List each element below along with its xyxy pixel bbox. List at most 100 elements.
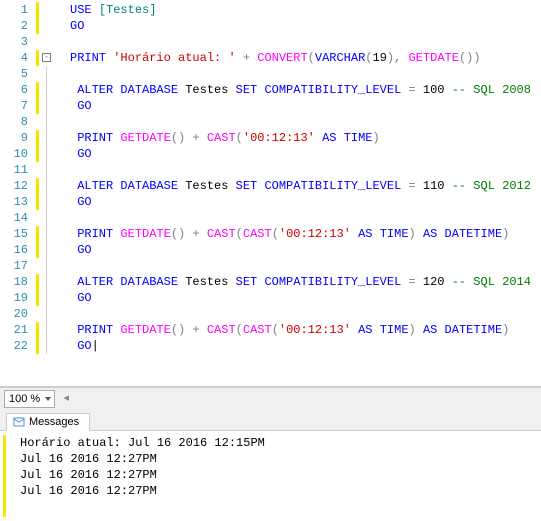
code-line[interactable]: ALTER DATABASE Testes SET COMPATIBILITY_… (36, 274, 541, 290)
fold-guide (40, 130, 54, 146)
line-number: 12 (4, 178, 28, 194)
line-number: 9 (4, 130, 28, 146)
code-line[interactable]: ALTER DATABASE Testes SET COMPATIBILITY_… (36, 178, 541, 194)
code-text (54, 67, 70, 81)
code-text: GO (54, 291, 92, 305)
fold-guide (40, 178, 54, 194)
fold-guide (40, 66, 54, 82)
code-text: GO (54, 99, 92, 113)
fold-guide (40, 258, 54, 274)
code-line[interactable]: GO (36, 146, 541, 162)
scroll-left-icon[interactable]: ◂ (59, 392, 73, 406)
code-line[interactable]: GO| (36, 338, 541, 354)
code-text: GO (54, 147, 92, 161)
fold-guide (40, 338, 54, 354)
code-text (54, 307, 70, 321)
code-text: PRINT GETDATE() + CAST(CAST('00:12:13' A… (54, 323, 509, 337)
code-line[interactable] (36, 114, 541, 130)
code-line[interactable]: PRINT GETDATE() + CAST(CAST('00:12:13' A… (36, 322, 541, 338)
code-text: PRINT GETDATE() + CAST('00:12:13' AS TIM… (54, 131, 380, 145)
line-number: 3 (4, 34, 28, 50)
code-line[interactable]: GO (36, 194, 541, 210)
code-line[interactable] (36, 258, 541, 274)
line-number: 10 (4, 146, 28, 162)
fold-toggle-icon[interactable]: - (40, 50, 54, 66)
code-line[interactable] (36, 34, 541, 50)
message-line: Jul 16 2016 12:27PM (6, 451, 535, 467)
code-text: GO (54, 19, 84, 33)
line-number: 1 (4, 2, 28, 18)
fold-guide (40, 146, 54, 162)
line-number: 11 (4, 162, 28, 178)
code-editor[interactable]: 12345678910111213141516171819202122 USE … (0, 0, 541, 387)
code-line[interactable]: GO (36, 242, 541, 258)
line-number: 2 (4, 18, 28, 34)
code-line[interactable] (36, 210, 541, 226)
zoom-dropdown[interactable]: 100 % (4, 390, 55, 408)
zoom-toolbar: 100 % ◂ (0, 387, 541, 409)
code-line[interactable]: -PRINT 'Horário atual: ' + CONVERT(VARCH… (36, 50, 541, 66)
line-number-gutter: 12345678910111213141516171819202122 (0, 0, 36, 386)
code-text (54, 163, 70, 177)
fold-guide (40, 274, 54, 290)
code-text: ALTER DATABASE Testes SET COMPATIBILITY_… (54, 179, 531, 193)
code-line[interactable]: PRINT GETDATE() + CAST(CAST('00:12:13' A… (36, 226, 541, 242)
line-number: 18 (4, 274, 28, 290)
fold-guide (40, 114, 54, 130)
code-text: ALTER DATABASE Testes SET COMPATIBILITY_… (54, 275, 531, 289)
code-text: GO| (54, 339, 99, 353)
fold-guide (40, 210, 54, 226)
code-text: GO (54, 195, 92, 209)
code-text (54, 211, 70, 225)
code-line[interactable] (36, 306, 541, 322)
line-number: 5 (4, 66, 28, 82)
line-number: 6 (4, 82, 28, 98)
code-text (54, 35, 70, 49)
line-number: 8 (4, 114, 28, 130)
line-number: 21 (4, 322, 28, 338)
fold-guide (40, 82, 54, 98)
code-text: USE [Testes] (54, 3, 156, 17)
line-number: 13 (4, 194, 28, 210)
code-line[interactable]: GO (36, 290, 541, 306)
code-text: ALTER DATABASE Testes SET COMPATIBILITY_… (54, 83, 531, 97)
code-content[interactable]: USE [Testes] GO -PRINT 'Horário atual: ' +… (36, 0, 541, 386)
code-line[interactable]: USE [Testes] (36, 2, 541, 18)
line-number: 16 (4, 242, 28, 258)
code-text: PRINT 'Horário atual: ' + CONVERT(VARCHA… (54, 51, 481, 65)
fold-guide (40, 290, 54, 306)
code-line[interactable]: GO (36, 98, 541, 114)
line-number: 17 (4, 258, 28, 274)
code-text: PRINT GETDATE() + CAST(CAST('00:12:13' A… (54, 227, 509, 241)
fold-guide (40, 322, 54, 338)
messages-icon (13, 416, 25, 428)
fold-guide (40, 162, 54, 178)
line-number: 4 (4, 50, 28, 66)
fold-guide (40, 242, 54, 258)
results-tabs: Messages (0, 409, 541, 431)
code-line[interactable] (36, 162, 541, 178)
fold-guide (40, 194, 54, 210)
line-number: 19 (4, 290, 28, 306)
code-line[interactable]: GO (36, 18, 541, 34)
code-text (54, 115, 70, 129)
message-line: Jul 16 2016 12:27PM (6, 483, 535, 499)
message-line: Jul 16 2016 12:27PM (6, 467, 535, 483)
line-number: 22 (4, 338, 28, 354)
tab-messages-label: Messages (29, 416, 79, 428)
tab-messages[interactable]: Messages (6, 413, 90, 431)
line-number: 14 (4, 210, 28, 226)
code-text (54, 259, 70, 273)
fold-guide (40, 226, 54, 242)
messages-output[interactable]: Horário atual: Jul 16 2016 12:15PMJul 16… (0, 431, 541, 521)
fold-guide (40, 306, 54, 322)
fold-guide (40, 98, 54, 114)
line-number: 15 (4, 226, 28, 242)
code-text: GO (54, 243, 92, 257)
code-line[interactable] (36, 66, 541, 82)
line-number: 20 (4, 306, 28, 322)
message-line: Horário atual: Jul 16 2016 12:15PM (6, 435, 535, 451)
code-line[interactable]: ALTER DATABASE Testes SET COMPATIBILITY_… (36, 82, 541, 98)
line-number: 7 (4, 98, 28, 114)
code-line[interactable]: PRINT GETDATE() + CAST('00:12:13' AS TIM… (36, 130, 541, 146)
